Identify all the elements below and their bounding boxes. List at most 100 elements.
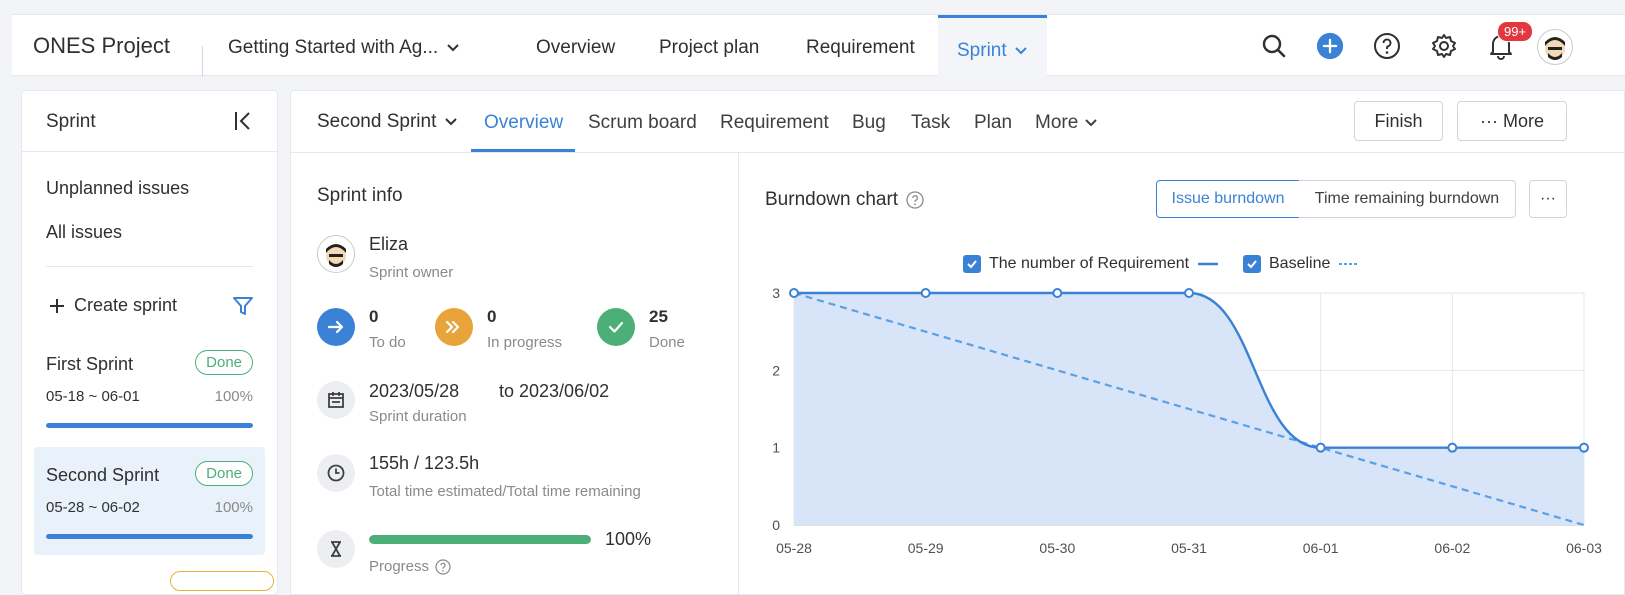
start-date: 2023/05/28: [369, 381, 460, 401]
todo-label: To do: [369, 334, 406, 351]
create-sprint-label: Create sprint: [74, 295, 178, 315]
legend-label: The number of Requirement: [989, 255, 1190, 272]
tab-overview[interactable]: Overview: [536, 37, 615, 59]
project-selector[interactable]: Getting Started with Ag...: [228, 37, 460, 59]
sprint-progress-bar: [369, 535, 591, 544]
y-tick-label: 1: [772, 440, 780, 456]
tab-sprint-label: Sprint: [957, 40, 1007, 61]
legend-line-icon: [1198, 262, 1219, 266]
issue-burndown-toggle[interactable]: Issue burndown: [1156, 180, 1300, 218]
checkbox-checked-icon[interactable]: [1243, 255, 1261, 273]
sprint-progress-bar: [46, 423, 253, 428]
add-icon[interactable]: [1316, 32, 1344, 60]
more-button[interactable]: ··· More: [1457, 101, 1567, 141]
sprint-name: First Sprint: [46, 354, 134, 374]
x-tick-label: 05-28: [776, 540, 812, 556]
progress-label-row: Progress: [369, 558, 451, 575]
legend-label: Baseline: [1269, 255, 1331, 272]
data-point: [1052, 288, 1063, 298]
clock-icon: [317, 454, 355, 492]
tab-scrum-board[interactable]: Scrum board: [588, 112, 697, 134]
done-label: Done: [649, 334, 685, 351]
sprint-name: Second Sprint: [46, 465, 160, 485]
chart-more-button[interactable]: ···: [1529, 180, 1567, 218]
help-icon[interactable]: [435, 558, 451, 575]
chevron-down-icon: [1014, 47, 1027, 55]
owner-label: Sprint owner: [369, 264, 454, 281]
chart-title-label: Burndown chart: [765, 189, 899, 210]
todo-count: 0: [369, 307, 379, 326]
y-tick-label: 2: [772, 362, 780, 378]
data-point: [1579, 442, 1589, 453]
tab-bug[interactable]: Bug: [852, 112, 886, 134]
divider: [22, 151, 277, 152]
data-point: [1315, 442, 1326, 453]
progress-label: Progress: [369, 558, 430, 575]
y-tick-label: 3: [772, 285, 780, 301]
divider: [46, 266, 253, 267]
status-badge: Done: [195, 350, 253, 375]
create-sprint-button[interactable]: Create sprint: [48, 295, 177, 316]
x-tick-label: 06-01: [1303, 540, 1339, 556]
plus-icon: [50, 298, 64, 313]
app-title[interactable]: ONES Project: [33, 33, 170, 59]
data-point: [789, 288, 799, 298]
in-progress-label: In progress: [487, 334, 563, 351]
sidebar-item-all-issues[interactable]: All issues: [46, 222, 122, 243]
help-icon[interactable]: [906, 191, 924, 209]
sprint-dates: 05-28 ~ 06-02: [46, 499, 140, 516]
burndown-chart-title: Burndown chart: [765, 189, 924, 211]
divider: [291, 152, 1624, 153]
tab-sprint[interactable]: Sprint: [938, 15, 1047, 76]
progress-percent: 100%: [605, 529, 652, 549]
chevron-down-icon: [447, 44, 459, 52]
search-icon[interactable]: [1260, 32, 1288, 60]
data-point: [1447, 442, 1458, 453]
y-tick-label: 0: [772, 517, 780, 533]
finish-button[interactable]: Finish: [1354, 101, 1443, 141]
time-value: 155h / 123.5h: [369, 453, 480, 473]
tab-project-plan[interactable]: Project plan: [659, 37, 759, 59]
burndown-chart: 0 1 2 3 05-28 05-29 05-30 05-31 06-01 06-02 06-03: [772, 285, 1602, 556]
collapse-sidebar-icon[interactable]: [232, 109, 256, 133]
legend-item-requirement[interactable]: The number of Requirement: [963, 255, 1219, 273]
x-tick-label: 05-30: [1039, 540, 1075, 556]
time-remaining-burndown-toggle[interactable]: Time remaining burndown: [1299, 180, 1516, 218]
data-point: [920, 288, 931, 298]
x-tick-label: 06-02: [1434, 540, 1470, 556]
tab-requirement[interactable]: Requirement: [806, 37, 915, 59]
avatar[interactable]: [1537, 29, 1573, 65]
sprint-card-second[interactable]: Second Sprint Done 05-28 ~ 06-02 100%: [34, 447, 265, 555]
settings-icon[interactable]: [1430, 32, 1458, 60]
calendar-icon: [317, 381, 355, 419]
double-arrow-icon: [435, 308, 473, 346]
sprint-card-first[interactable]: First Sprint Done 05-18 ~ 06-01 100%: [34, 336, 265, 444]
main-panel: Second Sprint Overview Scrum board Requi…: [290, 90, 1625, 595]
filter-icon[interactable]: [232, 295, 254, 317]
check-icon: [597, 308, 635, 346]
divider: [738, 153, 739, 594]
help-icon[interactable]: [1373, 32, 1401, 60]
legend-item-baseline[interactable]: Baseline: [1243, 255, 1360, 273]
in-progress-count: 0: [487, 307, 497, 326]
status-badge-partial: [170, 571, 274, 591]
tab-plan[interactable]: Plan: [974, 112, 1012, 134]
notification-badge: 99+: [1497, 21, 1534, 42]
tab-more[interactable]: More: [1035, 112, 1098, 134]
sidebar-title: Sprint: [46, 111, 96, 132]
legend-dash-icon: [1339, 263, 1360, 265]
tab-task[interactable]: Task: [911, 112, 950, 134]
sidebar-item-unplanned-issues[interactable]: Unplanned issues: [46, 178, 189, 199]
sprint-selector[interactable]: Second Sprint: [317, 111, 458, 133]
progress-fill: [46, 534, 253, 539]
tab-overview[interactable]: Overview: [484, 112, 563, 134]
checkbox-checked-icon[interactable]: [963, 255, 981, 273]
x-tick-label: 05-29: [908, 540, 944, 556]
sprint-percent: 100%: [214, 388, 253, 405]
divider: [202, 46, 203, 77]
tab-more-label: More: [1035, 112, 1079, 133]
status-badge: Done: [195, 461, 253, 486]
tab-requirement[interactable]: Requirement: [720, 112, 829, 134]
chevron-down-icon: [445, 118, 458, 126]
end-date: to 2023/06/02: [499, 381, 610, 401]
